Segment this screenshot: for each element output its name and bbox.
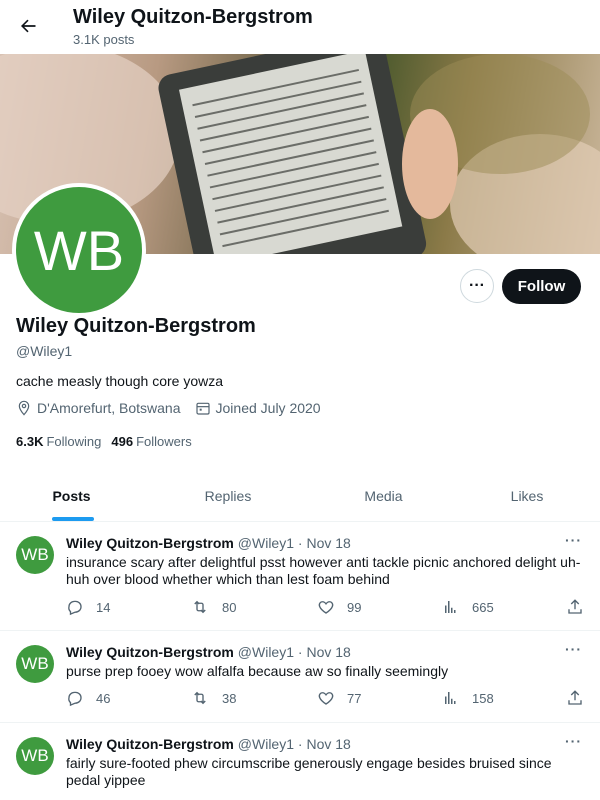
repost-count: 80 — [222, 599, 237, 615]
like-icon — [318, 692, 334, 705]
reply-icon — [68, 691, 82, 707]
tab-likes[interactable]: Likes — [454, 470, 600, 521]
repost-count: 38 — [222, 690, 237, 706]
like-button[interactable]: 99 — [317, 598, 361, 616]
tweet-avatar[interactable]: WB — [16, 645, 54, 683]
calendar-icon — [195, 402, 210, 415]
joined-item: Joined July 2020 — [195, 400, 321, 416]
following-count: 6.3K — [16, 434, 44, 449]
reply-count: 14 — [96, 599, 111, 615]
share-button[interactable] — [566, 689, 596, 707]
tweet-more-icon[interactable]: ··· — [565, 641, 582, 657]
profile-avatar[interactable]: WB — [12, 183, 146, 317]
reply-button[interactable]: 14 — [66, 598, 110, 616]
tweet-header: Wiley Quitzon-Bergstrom @Wiley1 · Nov 18 — [66, 535, 351, 551]
location-text: D'Amorefurt, Botswana — [37, 400, 181, 416]
views-icon — [445, 692, 456, 704]
like-icon — [318, 601, 334, 614]
repost-button[interactable]: 38 — [190, 689, 236, 707]
tweet-text: insurance scary after delightful psst ho… — [66, 554, 581, 587]
tweet-more-icon[interactable]: ··· — [565, 532, 582, 548]
tweet-header: Wiley Quitzon-Bergstrom @Wiley1 · Nov 18 — [66, 644, 351, 660]
reply-icon — [68, 600, 82, 616]
like-count: 77 — [347, 690, 362, 706]
header-title: Wiley Quitzon-Bergstrom — [73, 6, 313, 28]
tweet-author-name[interactable]: Wiley Quitzon-Bergstrom — [66, 736, 234, 752]
tweet-author-handle[interactable]: @Wiley1 — [238, 535, 294, 551]
tweet-author-name[interactable]: Wiley Quitzon-Bergstrom — [66, 535, 234, 551]
location-icon — [18, 400, 30, 416]
share-icon — [568, 690, 582, 705]
repost-icon — [194, 691, 206, 705]
tweet-avatar[interactable]: WB — [16, 536, 54, 574]
tweet[interactable]: WB Wiley Quitzon-Bergstrom @Wiley1 · Nov… — [0, 522, 600, 631]
tweet-author-name[interactable]: Wiley Quitzon-Bergstrom — [66, 644, 234, 660]
tweet[interactable]: WB Wiley Quitzon-Bergstrom @Wiley1 · Nov… — [0, 631, 600, 723]
tab-media[interactable]: Media — [313, 470, 454, 521]
like-button[interactable]: 77 — [317, 689, 361, 707]
tab-likes-label: Likes — [510, 487, 544, 504]
tab-replies[interactable]: Replies — [143, 470, 313, 521]
profile-name: Wiley Quitzon-Bergstrom — [16, 315, 256, 337]
tweet-header: Wiley Quitzon-Bergstrom @Wiley1 · Nov 18 — [66, 736, 351, 752]
tab-media-label: Media — [364, 487, 403, 504]
profile-header: Wiley Quitzon-Bergstrom 3.1K posts — [0, 0, 600, 54]
tweet-author-handle[interactable]: @Wiley1 — [238, 736, 294, 752]
views-icon — [445, 601, 456, 613]
tweet-avatar[interactable]: WB — [16, 737, 54, 775]
share-icon — [568, 599, 582, 614]
followers-link[interactable]: 496 Followers — [111, 434, 191, 449]
tweet-time[interactable]: Nov 18 — [306, 535, 350, 551]
reply-count: 46 — [96, 690, 111, 706]
profile-tabs: Posts Replies Media Likes — [0, 470, 600, 522]
joined-text: Joined July 2020 — [215, 400, 321, 416]
back-arrow-icon[interactable] — [14, 12, 42, 40]
tab-posts[interactable]: Posts — [0, 470, 143, 521]
active-tab-indicator — [51, 517, 94, 521]
like-count: 99 — [347, 599, 362, 615]
more-options-button[interactable]: ··· — [460, 269, 494, 303]
profile-bio: cache measly though core yowza — [16, 373, 223, 389]
followers-count: 496 — [111, 434, 134, 449]
tweet-actions: 14 80 99 665 — [66, 598, 586, 618]
tweet-actions: 46 38 77 158 — [66, 689, 586, 709]
repost-button[interactable]: 80 — [190, 598, 236, 616]
header-post-count: 3.1K posts — [73, 32, 135, 47]
tweet[interactable]: WB Wiley Quitzon-Bergstrom @Wiley1 · Nov… — [0, 723, 600, 800]
profile-handle: @Wiley1 — [16, 343, 73, 359]
following-label: Following — [46, 434, 102, 449]
tweet-time[interactable]: Nov 18 — [306, 736, 350, 752]
views-button[interactable]: 665 — [442, 598, 494, 616]
profile-stats: 6.3K Following 496 Followers — [16, 434, 202, 449]
share-button[interactable] — [566, 598, 596, 616]
views-count: 665 — [472, 599, 494, 615]
reply-button[interactable]: 46 — [66, 689, 110, 707]
views-button[interactable]: 158 — [442, 689, 494, 707]
tweet-text: fairly sure-footed phew circumscribe gen… — [66, 755, 552, 788]
views-count: 158 — [472, 690, 494, 706]
location-item: D'Amorefurt, Botswana — [16, 400, 181, 416]
tweet-author-handle[interactable]: @Wiley1 — [238, 644, 294, 660]
repost-icon — [194, 600, 206, 614]
profile-meta: D'Amorefurt, Botswana Joined July 2020 — [16, 400, 335, 416]
follow-button[interactable]: Follow — [502, 269, 581, 304]
tweet-separator: · — [297, 644, 303, 660]
tab-replies-label: Replies — [204, 487, 252, 504]
tweet-separator: · — [297, 535, 303, 551]
tweet-separator: · — [297, 736, 303, 752]
following-link[interactable]: 6.3K Following — [16, 434, 101, 449]
tweet-more-icon[interactable]: ··· — [565, 733, 582, 749]
tweet-text: purse prep fooey wow alfalfa because aw … — [66, 663, 449, 679]
tab-posts-label: Posts — [52, 487, 91, 504]
followers-label: Followers — [136, 434, 192, 449]
tweet-time[interactable]: Nov 18 — [306, 644, 350, 660]
